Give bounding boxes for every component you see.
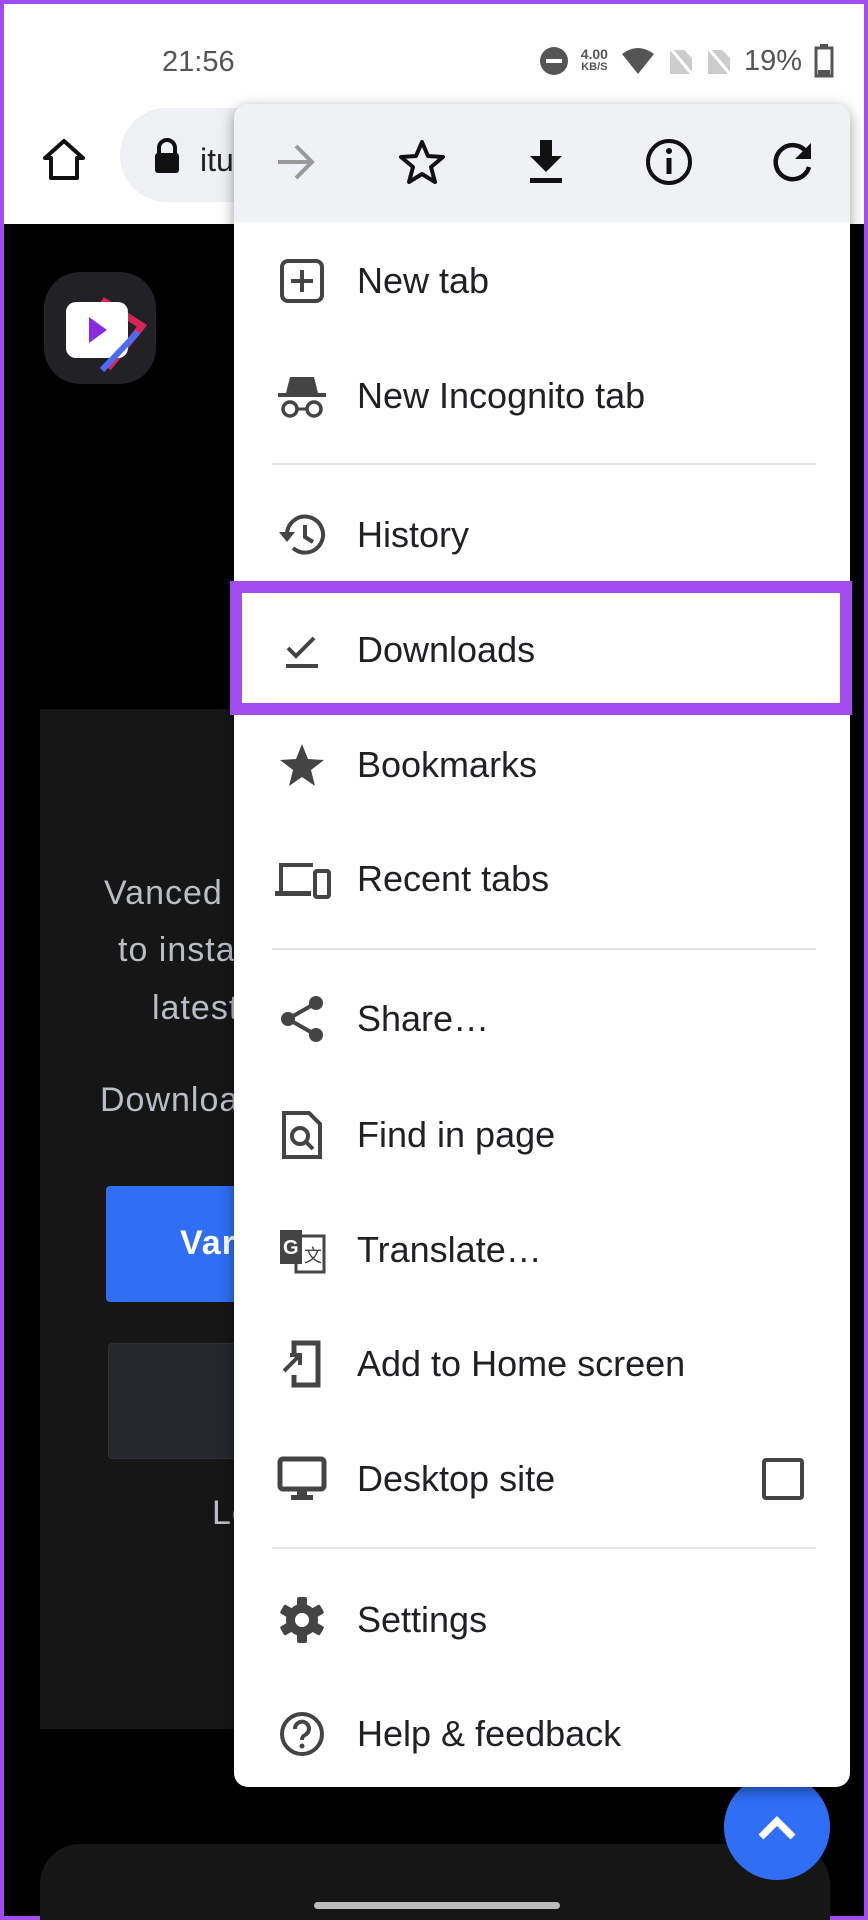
status-time: 21:56: [162, 46, 235, 78]
card-text-line: latest: [152, 989, 240, 1027]
svg-text:G: G: [283, 1237, 299, 1259]
chrome-overflow-menu: New tab New Incognito tab History Downlo…: [234, 104, 850, 1787]
menu-item-label: History: [357, 514, 470, 555]
card-text-line: to insta: [118, 931, 236, 969]
menu-item-label: Translate…: [357, 1229, 542, 1270]
status-icons: 4.00 KB/S 19%: [539, 44, 834, 78]
no-sim-icon: [668, 47, 694, 75]
menu-item-label: Add to Home screen: [357, 1343, 686, 1384]
menu-item-recent-tabs[interactable]: Recent tabs: [234, 823, 850, 935]
wifi-icon: [621, 48, 654, 74]
menu-item-label: Settings: [357, 1599, 488, 1640]
nav-gesture-handle[interactable]: [314, 1902, 560, 1909]
history-icon: [272, 505, 332, 565]
forward-icon[interactable]: [268, 134, 324, 190]
menu-item-find-in-page[interactable]: Find in page: [234, 1079, 850, 1191]
share-icon: [272, 989, 332, 1049]
button-label: Var: [180, 1224, 236, 1262]
info-icon[interactable]: [641, 134, 697, 190]
scroll-top-button[interactable]: [724, 1774, 830, 1880]
find-icon: [272, 1105, 332, 1165]
menu-item-add-to-home-screen[interactable]: Add to Home screen: [234, 1308, 850, 1420]
menu-item-bookmarks[interactable]: Bookmarks: [234, 709, 850, 821]
speed-unit: KB/S: [581, 61, 608, 73]
desktop-site-checkbox[interactable]: [762, 1458, 804, 1500]
desktop-icon: [272, 1449, 332, 1509]
menu-item-label: Desktop site: [357, 1458, 556, 1499]
menu-item-translate[interactable]: G 文 Translate…: [234, 1194, 850, 1306]
dnd-icon: [539, 47, 568, 75]
chevron-up-icon: [758, 1816, 796, 1840]
card-text-line: Vanced: [104, 874, 223, 912]
help-icon: [272, 1704, 332, 1764]
settings-icon: [272, 1590, 332, 1650]
no-sim-icon: [706, 47, 732, 75]
menu-item-label: Recent tabs: [357, 858, 550, 899]
translate-icon: G文: [272, 1220, 332, 1280]
downloads-highlight-box: [230, 581, 852, 715]
vanced-logo-icon: [66, 297, 148, 373]
menu-divider: [272, 463, 816, 465]
menu-item-new-incognito-tab[interactable]: New Incognito tab: [234, 340, 850, 452]
incognito-icon: [272, 366, 332, 426]
speed-value: 4.00: [580, 46, 608, 62]
menu-item-label: Share…: [357, 998, 490, 1039]
menu-item-label: Find in page: [357, 1114, 556, 1155]
download-icon[interactable]: [518, 134, 574, 190]
lock-icon: [155, 138, 179, 173]
url-text[interactable]: itu: [200, 142, 234, 179]
battery-percent: 19%: [743, 44, 802, 77]
menu-item-share[interactable]: Share…: [234, 963, 850, 1075]
menu-item-label: Help & feedback: [357, 1713, 622, 1754]
network-speed: 4.00 KB/S: [580, 46, 608, 74]
devices-icon: [272, 849, 332, 909]
menu-item-settings[interactable]: Settings: [234, 1564, 850, 1676]
home-icon[interactable]: [40, 136, 88, 184]
menu-item-label: New Incognito tab: [357, 375, 646, 416]
menu-item-desktop-site[interactable]: Desktop site: [234, 1423, 850, 1535]
star-icon: [272, 735, 332, 795]
menu-toolbar: [234, 104, 850, 222]
menu-item-label: Bookmarks: [357, 744, 538, 785]
menu-divider: [272, 948, 816, 950]
menu-item-new-tab[interactable]: New tab: [234, 225, 850, 337]
menu-item-label: New tab: [357, 260, 490, 301]
svg-text:文: 文: [304, 1246, 322, 1266]
bookmark-star-icon[interactable]: [394, 134, 450, 190]
vanced-logo: [44, 272, 156, 384]
menu-divider: [272, 1547, 816, 1549]
refresh-icon[interactable]: [764, 134, 820, 190]
battery-icon: [814, 44, 834, 78]
menu-item-history[interactable]: History: [234, 479, 850, 591]
card-text-line: Downloa: [100, 1081, 240, 1119]
new-tab-icon: [272, 251, 332, 311]
menu-item-help-feedback[interactable]: Help & feedback: [234, 1678, 850, 1787]
add-home-icon: [272, 1334, 332, 1394]
